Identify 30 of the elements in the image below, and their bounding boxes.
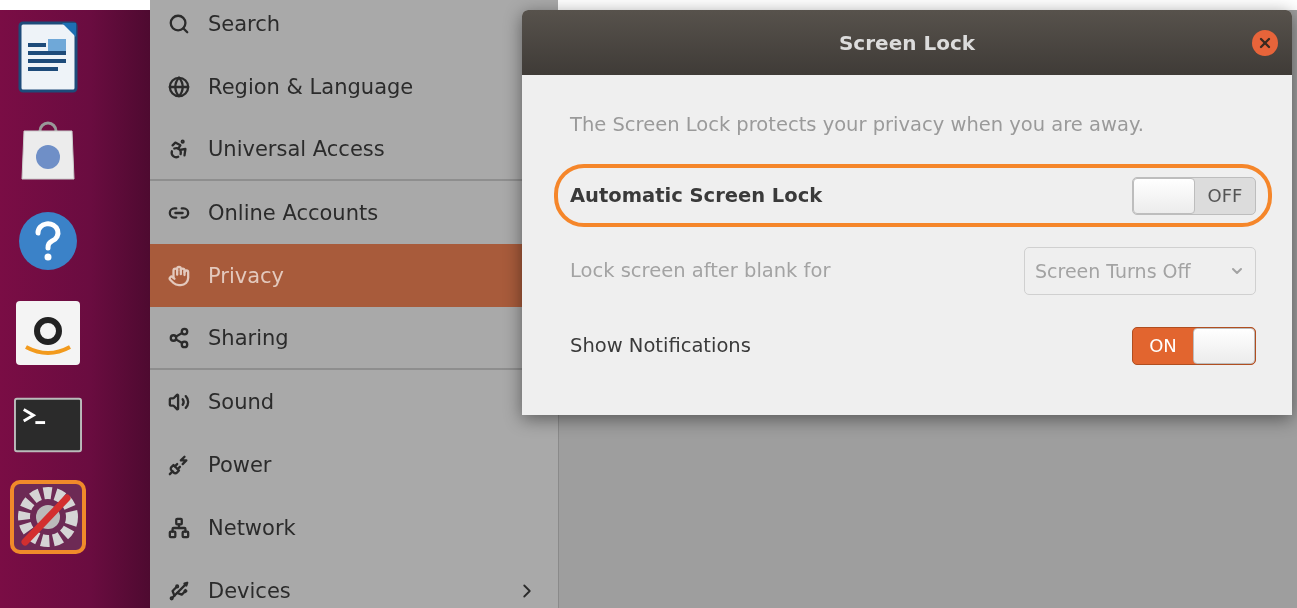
dialog-title: Screen Lock [838, 30, 976, 55]
close-icon [1257, 35, 1273, 51]
plug-icon [168, 453, 190, 476]
sidebar-item[interactable]: Search [150, 0, 558, 55]
sidebar-item[interactable]: Region & Language [150, 55, 558, 118]
setting-label: Lock screen after blank for [570, 259, 831, 282]
sidebar-item[interactable]: Network [150, 496, 558, 559]
search-icon [168, 12, 190, 35]
launcher-item[interactable] [10, 480, 86, 554]
document-app-icon [18, 21, 78, 93]
share-icon [168, 326, 190, 349]
sidebar-item[interactable]: Power [150, 433, 558, 496]
shopping-app-icon [16, 301, 80, 365]
setting-label: Automatic Screen Lock [570, 184, 823, 207]
sidebar-item[interactable]: Devices [150, 559, 558, 608]
sidebar-item[interactable]: Sound [150, 370, 558, 433]
toggle-switch[interactable]: OFF [1132, 176, 1256, 215]
hand-icon [168, 264, 190, 287]
terminal-icon [14, 397, 82, 453]
gear-wrench-icon [17, 486, 79, 548]
close-button[interactable] [1252, 30, 1278, 56]
help-icon [17, 210, 79, 272]
globe-icon [168, 75, 190, 98]
setting-label: Show Notifications [570, 334, 751, 357]
sidebar-item[interactable]: Online Accounts [150, 181, 558, 244]
dialog-description: The Screen Lock protects your privacy when you are away. [570, 113, 1145, 136]
usb-icon [168, 579, 190, 602]
speaker-icon [168, 390, 190, 413]
network-icon [168, 516, 190, 539]
toggle-switch[interactable]: ON [1132, 326, 1256, 365]
